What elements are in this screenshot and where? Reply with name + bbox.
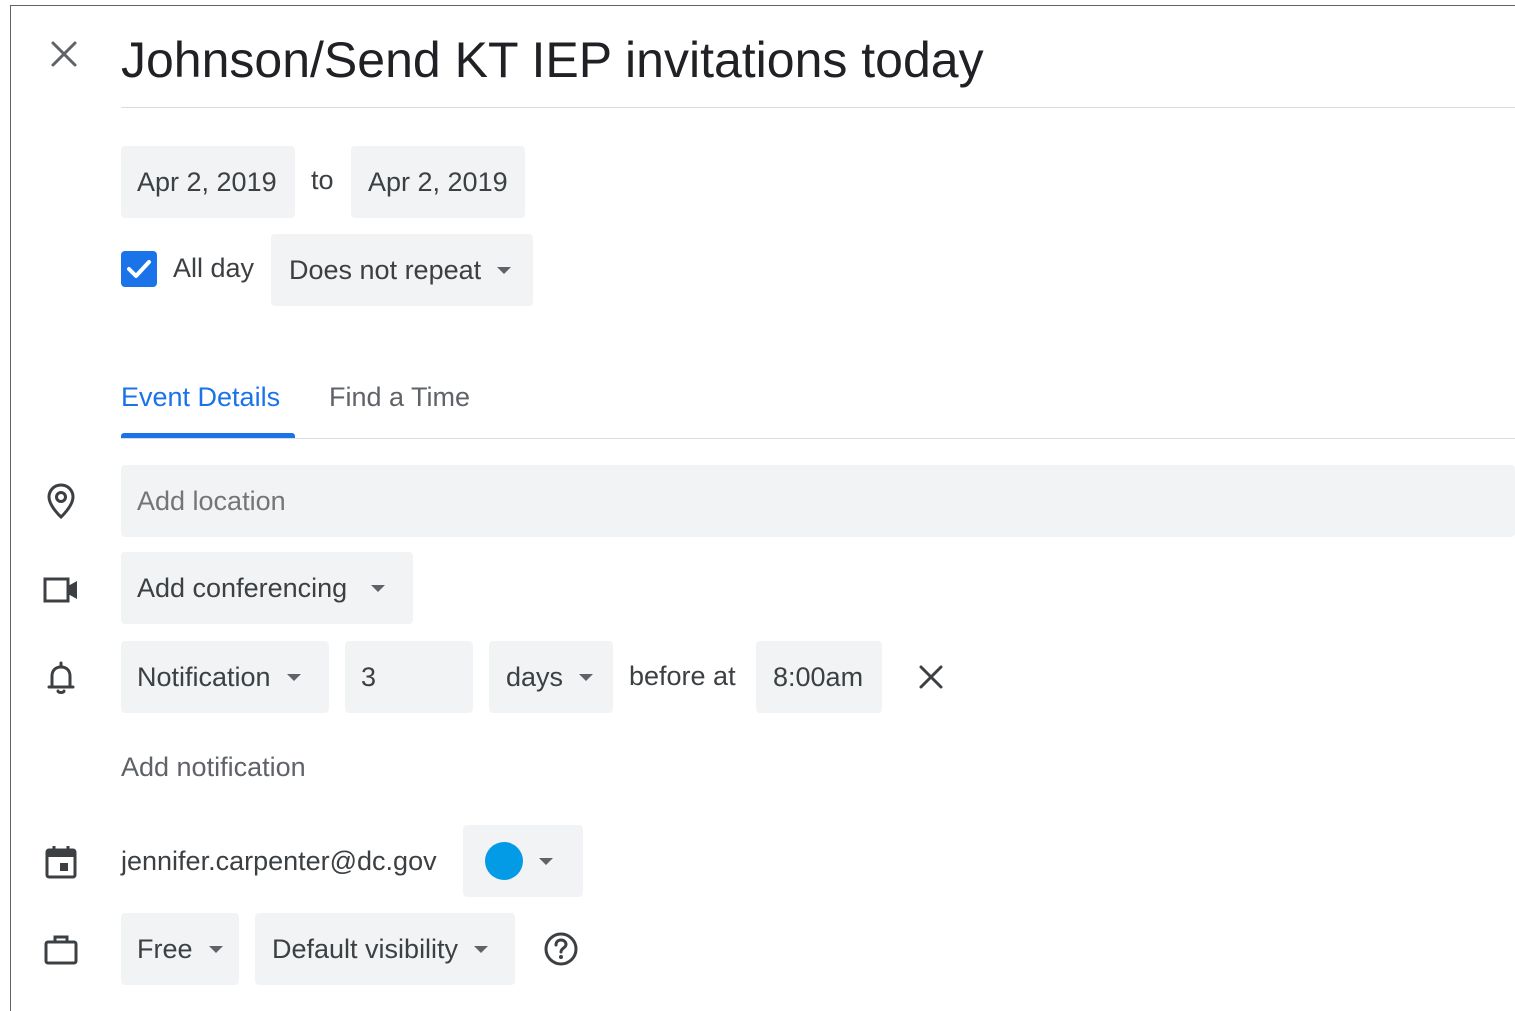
calendar-icon: [41, 842, 81, 882]
chevron-down-icon: [371, 584, 386, 592]
chevron-down-icon: [579, 673, 594, 681]
chevron-down-icon: [539, 857, 553, 865]
bell-icon: [41, 658, 81, 698]
checkmark-icon: [127, 260, 151, 278]
all-day-label[interactable]: All day: [173, 253, 254, 284]
visibility-help-button[interactable]: [541, 929, 581, 969]
add-notification-link[interactable]: Add notification: [121, 752, 306, 783]
notification-unit-selected: days: [506, 661, 564, 692]
notification-time-input[interactable]: 8:00am: [756, 641, 882, 713]
video-camera-icon: [41, 570, 81, 610]
location-icon: [41, 481, 81, 521]
color-swatch: [485, 842, 523, 880]
visibility-selected: Default visibility: [272, 933, 459, 964]
visibility-dropdown[interactable]: Default visibility: [255, 913, 515, 985]
event-title-input[interactable]: Johnson/Send KT IEP invitations today: [121, 22, 984, 98]
close-button[interactable]: [44, 34, 84, 74]
title-underline: [121, 107, 1515, 108]
add-conferencing-label: Add conferencing: [137, 572, 348, 603]
remove-notification-button[interactable]: [911, 657, 951, 697]
availability-selected: Free: [137, 933, 193, 964]
before-at-label: before at: [629, 661, 736, 691]
notification-amount-input[interactable]: 3: [345, 641, 473, 713]
repeat-dropdown[interactable]: Does not repeat: [271, 234, 533, 306]
close-icon: [51, 41, 77, 67]
briefcase-icon: [41, 929, 81, 969]
chevron-down-icon: [474, 945, 489, 953]
tab-event-details[interactable]: Event Details: [121, 382, 280, 413]
chevron-down-icon: [286, 673, 301, 681]
tab-find-a-time[interactable]: Find a Time: [329, 382, 470, 413]
help-icon: [544, 932, 578, 966]
end-date-button[interactable]: Apr 2, 2019: [351, 146, 525, 218]
availability-dropdown[interactable]: Free: [121, 913, 239, 985]
repeat-selected: Does not repeat: [289, 254, 482, 285]
location-input[interactable]: [121, 465, 1515, 537]
notification-type-selected: Notification: [137, 661, 271, 692]
notification-type-dropdown[interactable]: Notification: [121, 641, 329, 713]
start-date-button[interactable]: Apr 2, 2019: [121, 146, 295, 218]
chevron-down-icon: [208, 945, 223, 953]
all-day-checkbox[interactable]: [121, 251, 157, 287]
close-icon: [919, 665, 943, 689]
event-color-dropdown[interactable]: [463, 825, 583, 897]
tabs-divider: [121, 438, 1515, 439]
chevron-down-icon: [497, 266, 512, 274]
add-conferencing-dropdown[interactable]: Add conferencing: [121, 552, 413, 624]
date-separator: to: [311, 165, 334, 195]
notification-unit-dropdown[interactable]: days: [489, 641, 613, 713]
calendar-owner-label: jennifer.carpenter@dc.gov: [121, 846, 437, 876]
